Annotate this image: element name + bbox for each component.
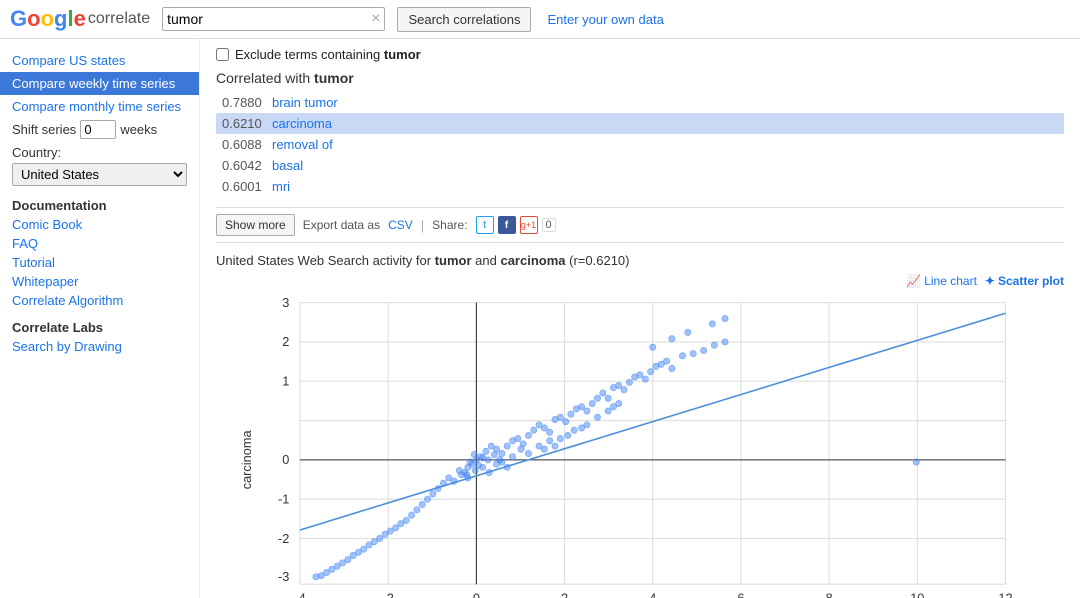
svg-text:-4: -4 xyxy=(294,590,305,598)
svg-text:6: 6 xyxy=(737,590,744,598)
chart-area: -4 -2 0 2 4 6 8 10 12 3 2 1 0 -1 -2 -3 xyxy=(216,292,1064,598)
correlation-list: 0.7880brain tumor0.6210carcinoma0.6088re… xyxy=(216,92,1064,197)
share-label: Share: xyxy=(432,218,467,232)
svg-text:0: 0 xyxy=(473,590,480,598)
svg-text:3: 3 xyxy=(282,295,289,310)
sidebar-item-comic-book[interactable]: Comic Book xyxy=(12,217,187,232)
logo-e: e xyxy=(74,6,86,32)
search-correlations-button[interactable]: Search correlations xyxy=(397,7,531,32)
gplus-count: 0 xyxy=(542,218,556,232)
logo-g2: g xyxy=(54,6,67,32)
corr-link[interactable]: carcinoma xyxy=(272,116,332,131)
logo-correlate: correlate xyxy=(88,10,150,28)
sidebar-item-faq[interactable]: FAQ xyxy=(12,236,187,251)
show-more-button[interactable]: Show more xyxy=(216,214,295,236)
sidebar-item-correlate-algorithm[interactable]: Correlate Algorithm xyxy=(12,293,187,308)
logo-g: G xyxy=(10,6,27,32)
exclude-label: Exclude terms containing tumor xyxy=(235,47,421,62)
svg-text:0: 0 xyxy=(282,452,289,467)
svg-text:-2: -2 xyxy=(278,531,289,546)
shift-input[interactable] xyxy=(80,120,116,139)
sidebar-item-tutorial[interactable]: Tutorial xyxy=(12,255,187,270)
shift-unit: weeks xyxy=(120,122,157,137)
corr-link[interactable]: basal xyxy=(272,158,303,173)
svg-text:10: 10 xyxy=(910,590,924,598)
scatter-plot-button[interactable]: ✦ Scatter plot xyxy=(985,274,1064,288)
logo-o1: o xyxy=(27,6,40,32)
export-label: Export data as xyxy=(303,218,380,232)
line-chart-icon: 📈 xyxy=(906,274,921,288)
exclude-checkbox[interactable] xyxy=(216,48,229,61)
corr-item[interactable]: 0.6042basal xyxy=(216,155,1064,176)
corr-item[interactable]: 0.6210carcinoma xyxy=(216,113,1064,134)
svg-text:-3: -3 xyxy=(278,569,289,584)
svg-text:2: 2 xyxy=(282,334,289,349)
labs-section-title: Correlate Labs xyxy=(12,320,187,335)
corr-link[interactable]: brain tumor xyxy=(272,95,338,110)
doc-section-title: Documentation xyxy=(12,198,187,213)
sidebar-item-compare-monthly[interactable]: Compare monthly time series xyxy=(12,99,187,114)
search-box: × xyxy=(162,7,385,31)
facebook-icon[interactable]: f xyxy=(498,216,516,234)
search-input[interactable] xyxy=(167,11,367,27)
logo-o2: o xyxy=(41,6,54,32)
twitter-icon[interactable]: t xyxy=(476,216,494,234)
svg-text:carcinoma: carcinoma xyxy=(239,430,254,490)
corr-item[interactable]: 0.7880brain tumor xyxy=(216,92,1064,113)
sidebar-item-whitepaper[interactable]: Whitepaper xyxy=(12,274,187,289)
svg-text:-2: -2 xyxy=(383,590,394,598)
enter-own-data-link[interactable]: Enter your own data xyxy=(547,12,663,27)
google-logo: Google correlate xyxy=(10,6,150,32)
shift-label: Shift series xyxy=(12,122,76,137)
corr-item[interactable]: 0.6088removal of xyxy=(216,134,1064,155)
corr-item[interactable]: 0.6001mri xyxy=(216,176,1064,197)
chart-title: United States Web Search activity for tu… xyxy=(216,253,1064,268)
corr-link[interactable]: removal of xyxy=(272,137,333,152)
scatter-plot-icon: ✦ xyxy=(985,274,995,288)
sidebar-item-search-by-drawing[interactable]: Search by Drawing xyxy=(12,339,187,354)
line-chart-button[interactable]: 📈 Line chart xyxy=(906,274,977,288)
clear-icon[interactable]: × xyxy=(371,10,380,28)
corr-link[interactable]: mri xyxy=(272,179,290,194)
gplus-icon[interactable]: g+1 xyxy=(520,216,538,234)
svg-text:1: 1 xyxy=(282,374,289,389)
sidebar-item-compare-us-states[interactable]: Compare US states xyxy=(12,53,187,68)
svg-text:8: 8 xyxy=(826,590,833,598)
correlated-header: Correlated with tumor xyxy=(216,70,1064,86)
sidebar-item-compare-weekly[interactable]: Compare weekly time series xyxy=(0,72,199,95)
svg-text:2: 2 xyxy=(561,590,568,598)
country-label: Country: xyxy=(12,145,187,160)
country-select[interactable]: United States xyxy=(12,163,187,186)
svg-text:-1: -1 xyxy=(278,491,289,506)
social-icons: t f g+1 0 xyxy=(476,216,556,234)
export-csv-link[interactable]: CSV xyxy=(388,218,413,232)
svg-text:12: 12 xyxy=(998,590,1012,598)
svg-text:4: 4 xyxy=(649,590,656,598)
